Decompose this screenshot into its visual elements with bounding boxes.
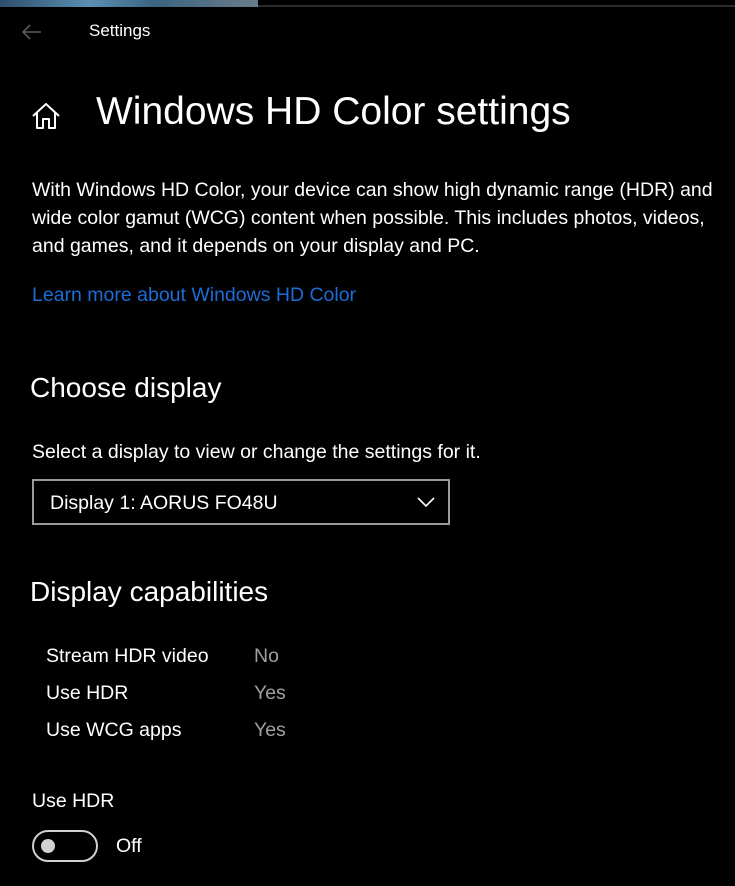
capability-row: Use WCG apps Yes <box>46 719 446 756</box>
title-bar: Settings <box>0 7 735 57</box>
settings-window: Settings Windows HD Color settings With … <box>0 0 735 886</box>
back-button[interactable] <box>14 15 50 49</box>
learn-more-link[interactable]: Learn more about Windows HD Color <box>32 284 356 307</box>
capabilities-list: Stream HDR video No Use HDR Yes Use WCG … <box>46 645 446 756</box>
capability-label: Use HDR <box>46 682 129 704</box>
capability-label: Use WCG apps <box>46 719 182 741</box>
page-title: Windows HD Color settings <box>96 90 571 133</box>
app-title: Settings <box>89 21 151 40</box>
capability-value: No <box>254 645 279 667</box>
background-window-strip <box>0 0 735 7</box>
display-select-dropdown[interactable]: Display 1: AORUS FO48U <box>32 479 450 525</box>
hd-color-description: With Windows HD Color, your device can s… <box>32 179 713 257</box>
back-arrow-icon <box>22 24 41 40</box>
home-icon <box>32 103 60 129</box>
use-hdr-toggle[interactable] <box>32 830 98 862</box>
capability-value: Yes <box>254 719 286 741</box>
chevron-down-icon <box>417 497 435 508</box>
capability-row: Stream HDR video No <box>46 645 446 682</box>
selected-display-value: Display 1: AORUS FO48U <box>50 492 278 514</box>
display-capabilities-heading: Display capabilities <box>30 576 269 607</box>
capability-label: Stream HDR video <box>46 645 209 667</box>
toggle-knob <box>41 839 55 853</box>
background-window-thumbnail <box>0 0 258 7</box>
use-hdr-label: Use HDR <box>32 790 115 812</box>
choose-display-heading: Choose display <box>30 372 222 403</box>
select-display-hint: Select a display to view or change the s… <box>32 441 481 463</box>
capability-row: Use HDR Yes <box>46 682 446 719</box>
use-hdr-toggle-state: Off <box>116 835 142 857</box>
capability-value: Yes <box>254 682 286 704</box>
